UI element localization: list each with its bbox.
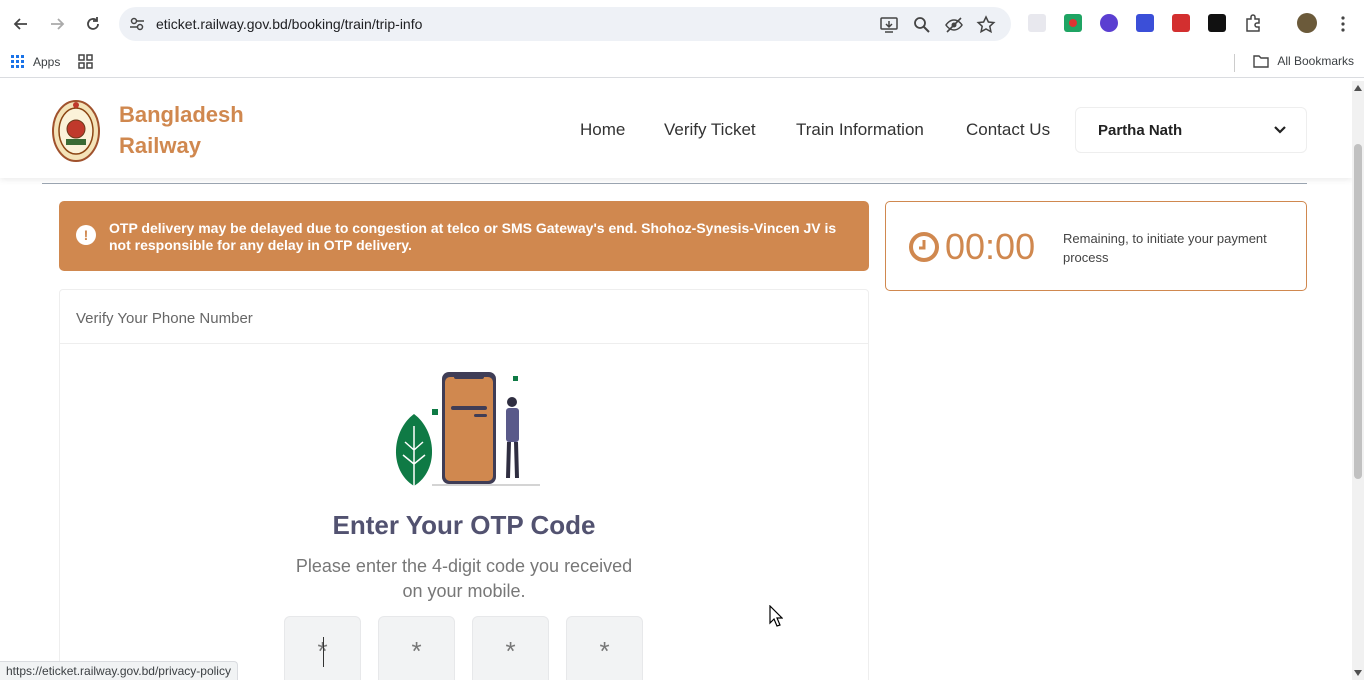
nav-home[interactable]: Home <box>580 120 625 140</box>
nav-verify-ticket[interactable]: Verify Ticket <box>664 120 756 140</box>
otp-digit-4[interactable]: * <box>566 616 643 680</box>
clock-icon <box>909 232 939 262</box>
scroll-down-arrow-icon[interactable] <box>1354 670 1362 676</box>
otp-subtitle: Please enter the 4-digit code you receiv… <box>295 556 633 601</box>
extensions-puzzle-icon[interactable] <box>1244 14 1262 32</box>
address-bar[interactable]: eticket.railway.gov.bd/booking/train/tri… <box>119 7 1011 41</box>
install-app-icon[interactable] <box>879 15 899 35</box>
text-caret <box>323 637 324 667</box>
folder-icon <box>1253 55 1270 68</box>
tab-groups-icon[interactable] <box>78 54 94 70</box>
status-bar-url: https://eticket.railway.gov.bd/privacy-p… <box>0 661 238 680</box>
exclamation-icon: ! <box>76 225 96 245</box>
brand-line-1: Bangladesh <box>119 102 244 127</box>
mouse-cursor-icon <box>769 605 783 627</box>
otp-digit-2[interactable]: * <box>378 616 455 680</box>
apps-bookmark[interactable]: Apps <box>11 54 94 70</box>
browser-toolbar: eticket.railway.gov.bd/booking/train/tri… <box>0 0 1364 48</box>
timer-value: 00:00 <box>945 226 1036 267</box>
url-text: eticket.railway.gov.bd/booking/train/tri… <box>156 16 423 32</box>
nav-contact-us[interactable]: Contact Us <box>966 120 1050 140</box>
verify-phone-card: Verify Your Phone Number Enter Your OTP … <box>59 289 869 680</box>
extension-icon[interactable] <box>1136 14 1154 32</box>
reload-icon[interactable] <box>81 12 105 36</box>
payment-timer: 00:00 Remaining, to initiate your paymen… <box>885 201 1307 291</box>
extension-icon[interactable] <box>1100 14 1118 32</box>
otp-title: Enter Your OTP Code <box>332 510 596 540</box>
scrollbar-thumb[interactable] <box>1354 144 1362 479</box>
otp-digit-3[interactable]: * <box>472 616 549 680</box>
site-header: Bangladesh Railway Home Verify Ticket Tr… <box>0 81 1352 178</box>
divider <box>42 183 1307 184</box>
user-dropdown[interactable]: Partha Nath <box>1075 107 1307 153</box>
all-bookmarks[interactable]: All Bookmarks <box>1253 54 1354 68</box>
card-heading: Verify Your Phone Number <box>76 310 253 327</box>
page-content: Bangladesh Railway Home Verify Ticket Tr… <box>0 81 1352 680</box>
apps-label: Apps <box>33 55 61 69</box>
profile-avatar[interactable] <box>1297 13 1317 33</box>
extension-icon[interactable] <box>1064 14 1082 32</box>
bookmarks-bar: Apps All Bookmarks <box>0 48 1364 78</box>
phone-illustration <box>395 372 540 486</box>
chevron-down-icon <box>1274 126 1286 134</box>
extension-icon[interactable] <box>1172 14 1190 32</box>
all-bookmarks-label: All Bookmarks <box>1277 54 1354 68</box>
site-settings-icon[interactable] <box>128 15 146 33</box>
timer-label: Remaining, to initiate your payment proc… <box>1063 231 1267 265</box>
back-icon[interactable] <box>9 12 33 36</box>
otp-placeholder: * <box>599 635 610 666</box>
otp-digit-1[interactable]: * <box>284 616 361 680</box>
otp-placeholder: * <box>411 635 422 666</box>
user-name: Partha Nath <box>1098 122 1183 139</box>
otp-placeholder: * <box>505 635 516 666</box>
divider <box>1234 54 1235 72</box>
hide-eye-icon[interactable] <box>944 15 964 35</box>
zoom-icon[interactable] <box>912 15 932 35</box>
scroll-up-arrow-icon[interactable] <box>1354 85 1362 91</box>
otp-inputs: * * * * <box>284 616 643 680</box>
brand-line-2: Railway <box>119 133 201 158</box>
menu-kebab-icon[interactable] <box>1331 12 1355 36</box>
railway-logo[interactable] <box>51 99 101 163</box>
extension-icon[interactable] <box>1208 14 1226 32</box>
extension-icon[interactable] <box>1028 14 1046 32</box>
otp-delay-alert: ! OTP delivery may be delayed due to con… <box>59 201 869 271</box>
page-scrollbar[interactable] <box>1352 81 1364 680</box>
brand-name[interactable]: Bangladesh Railway <box>119 99 244 161</box>
bookmark-star-icon[interactable] <box>976 15 996 35</box>
card-header: Verify Your Phone Number <box>60 290 868 344</box>
apps-grid-icon <box>11 55 24 68</box>
forward-icon[interactable] <box>45 12 69 36</box>
alert-text: OTP delivery may be delayed due to conge… <box>109 220 837 253</box>
nav-train-information[interactable]: Train Information <box>796 120 924 140</box>
